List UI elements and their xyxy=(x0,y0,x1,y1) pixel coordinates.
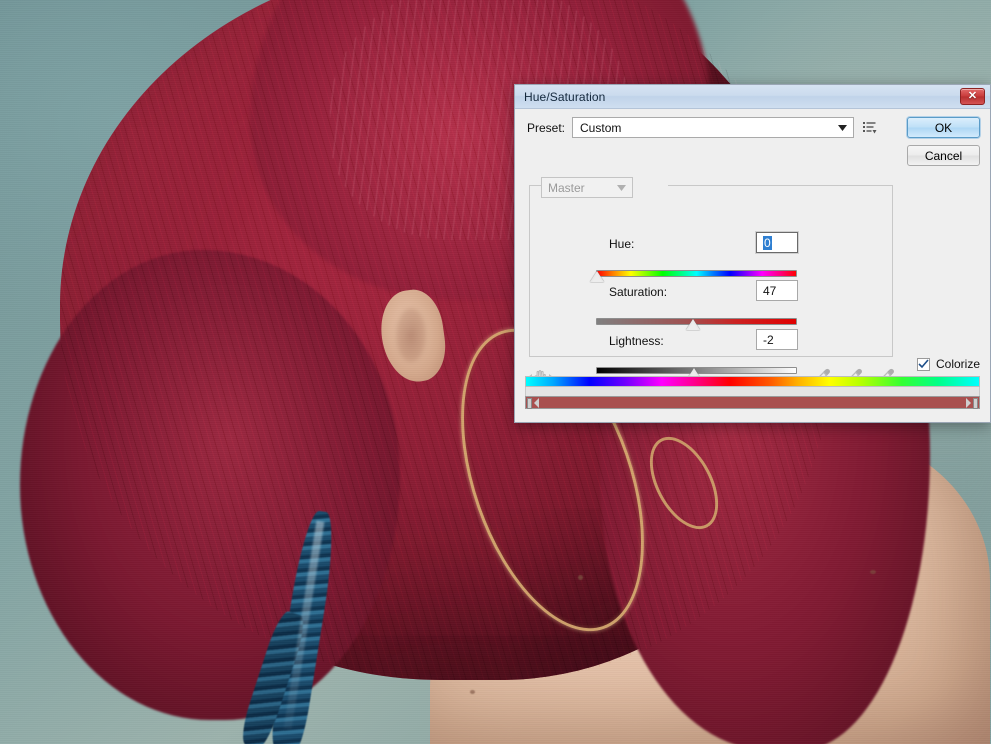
saturation-input[interactable]: 47 xyxy=(756,280,798,301)
dialog-titlebar[interactable]: Hue/Saturation ✕ xyxy=(515,85,990,109)
range-handle-right[interactable] xyxy=(973,398,978,409)
colorize-checkbox[interactable] xyxy=(917,358,930,371)
spectrum-gap xyxy=(525,387,980,396)
lightness-value: -2 xyxy=(763,333,774,347)
saturation-value: 47 xyxy=(763,284,776,298)
lightness-label: Lightness: xyxy=(609,334,664,348)
spectrum-bars xyxy=(525,376,980,409)
dialog-body: Preset: Custom xyxy=(515,109,990,422)
dialog-action-buttons: OK Cancel xyxy=(907,117,980,166)
skin-detail-3 xyxy=(870,570,876,574)
channel-dropdown[interactable]: Master xyxy=(541,177,633,198)
saturation-thumb[interactable] xyxy=(686,319,700,330)
subject-ear-inner xyxy=(396,308,426,362)
result-color-bar[interactable] xyxy=(525,396,980,409)
ok-button[interactable]: OK xyxy=(907,117,980,138)
skin-detail-1 xyxy=(578,575,583,580)
preset-row: Preset: Custom xyxy=(527,117,879,138)
hue-value: 0 xyxy=(763,236,772,250)
colorize-checkbox-row[interactable]: Colorize xyxy=(917,357,980,371)
hue-thumb[interactable] xyxy=(590,271,604,282)
dialog-title: Hue/Saturation xyxy=(524,90,960,104)
screen: Hue/Saturation ✕ Preset: Custom xyxy=(0,0,991,744)
colorize-label: Colorize xyxy=(936,357,980,371)
close-button[interactable]: ✕ xyxy=(960,88,985,105)
range-falloff-right[interactable] xyxy=(966,398,971,408)
close-icon: ✕ xyxy=(968,91,977,102)
skin-detail-2 xyxy=(470,690,475,694)
chevron-down-icon xyxy=(834,118,851,137)
lightness-input[interactable]: -2 xyxy=(756,329,798,350)
hue-input[interactable]: 0 xyxy=(756,232,798,253)
hue-saturation-dialog[interactable]: Hue/Saturation ✕ Preset: Custom xyxy=(514,84,991,423)
preset-dropdown[interactable]: Custom xyxy=(572,117,854,138)
cancel-button[interactable]: Cancel xyxy=(907,145,980,166)
chevron-down-icon xyxy=(613,178,630,197)
check-icon xyxy=(918,359,929,369)
preset-options-icon[interactable] xyxy=(861,118,879,138)
hue-label: Hue: xyxy=(609,237,634,251)
hue-spectrum-bar xyxy=(525,376,980,387)
saturation-label: Saturation: xyxy=(609,285,667,299)
channel-value: Master xyxy=(548,181,613,195)
preset-value: Custom xyxy=(580,121,834,135)
preset-label: Preset: xyxy=(527,121,565,135)
hue-track[interactable] xyxy=(596,270,797,277)
range-falloff-left[interactable] xyxy=(534,398,539,408)
range-handle-left[interactable] xyxy=(527,398,532,409)
